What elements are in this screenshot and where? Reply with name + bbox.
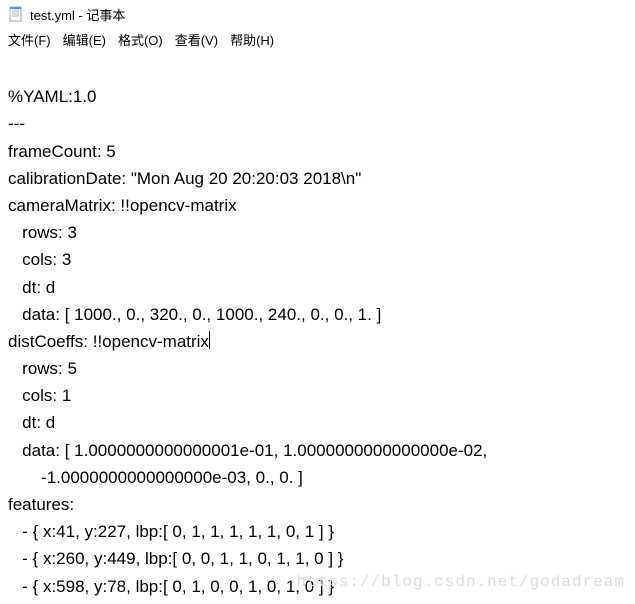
- content-line: %YAML:1.0: [8, 87, 97, 106]
- title-filename: test.yml: [30, 8, 75, 23]
- menu-help[interactable]: 帮助(H): [230, 30, 274, 49]
- menu-edit[interactable]: 编辑(E): [63, 30, 106, 49]
- content-line: - { x:260, y:449, lbp:[ 0, 0, 1, 1, 0, 1…: [8, 549, 343, 568]
- menu-file[interactable]: 文件(F): [8, 30, 51, 49]
- content-line: cameraMatrix: !!opencv-matrix: [8, 196, 237, 215]
- content-line: dt: d: [8, 278, 55, 297]
- menu-bar: 文件(F) 编辑(E) 格式(O) 查看(V) 帮助(H): [0, 28, 635, 52]
- content-line: -1.0000000000000000e-03, 0., 0. ]: [8, 468, 303, 487]
- content-line: rows: 5: [8, 359, 77, 378]
- title-bar: test.yml - 记事本: [0, 0, 635, 28]
- editor-content[interactable]: %YAML:1.0 --- frameCount: 5 calibrationD…: [0, 52, 635, 604]
- content-line: cols: 1: [8, 386, 71, 405]
- text-cursor: [209, 331, 210, 349]
- content-line: data: [ 1000., 0., 320., 0., 1000., 240.…: [8, 305, 381, 324]
- content-line: cols: 3: [8, 250, 71, 269]
- content-line: - { x:41, y:227, lbp:[ 0, 1, 1, 1, 1, 1,…: [8, 522, 334, 541]
- content-line: features:: [8, 495, 74, 514]
- content-line: data: [ 1.0000000000000001e-01, 1.000000…: [8, 441, 487, 460]
- window-title: test.yml - 记事本: [30, 5, 125, 24]
- title-separator: -: [75, 8, 87, 23]
- notepad-icon: [8, 6, 24, 22]
- content-line: frameCount: 5: [8, 142, 116, 161]
- content-line: dt: d: [8, 413, 55, 432]
- content-line: rows: 3: [8, 223, 77, 242]
- content-line: distCoeffs: !!opencv-matrix: [8, 332, 209, 351]
- content-line: calibrationDate: "Mon Aug 20 20:20:03 20…: [8, 169, 361, 188]
- content-line: - { x:598, y:78, lbp:[ 0, 1, 0, 0, 1, 0,…: [8, 577, 334, 596]
- menu-view[interactable]: 查看(V): [175, 30, 218, 49]
- content-line: ---: [8, 114, 25, 133]
- menu-format[interactable]: 格式(O): [118, 30, 163, 49]
- title-appname: 记事本: [86, 8, 125, 23]
